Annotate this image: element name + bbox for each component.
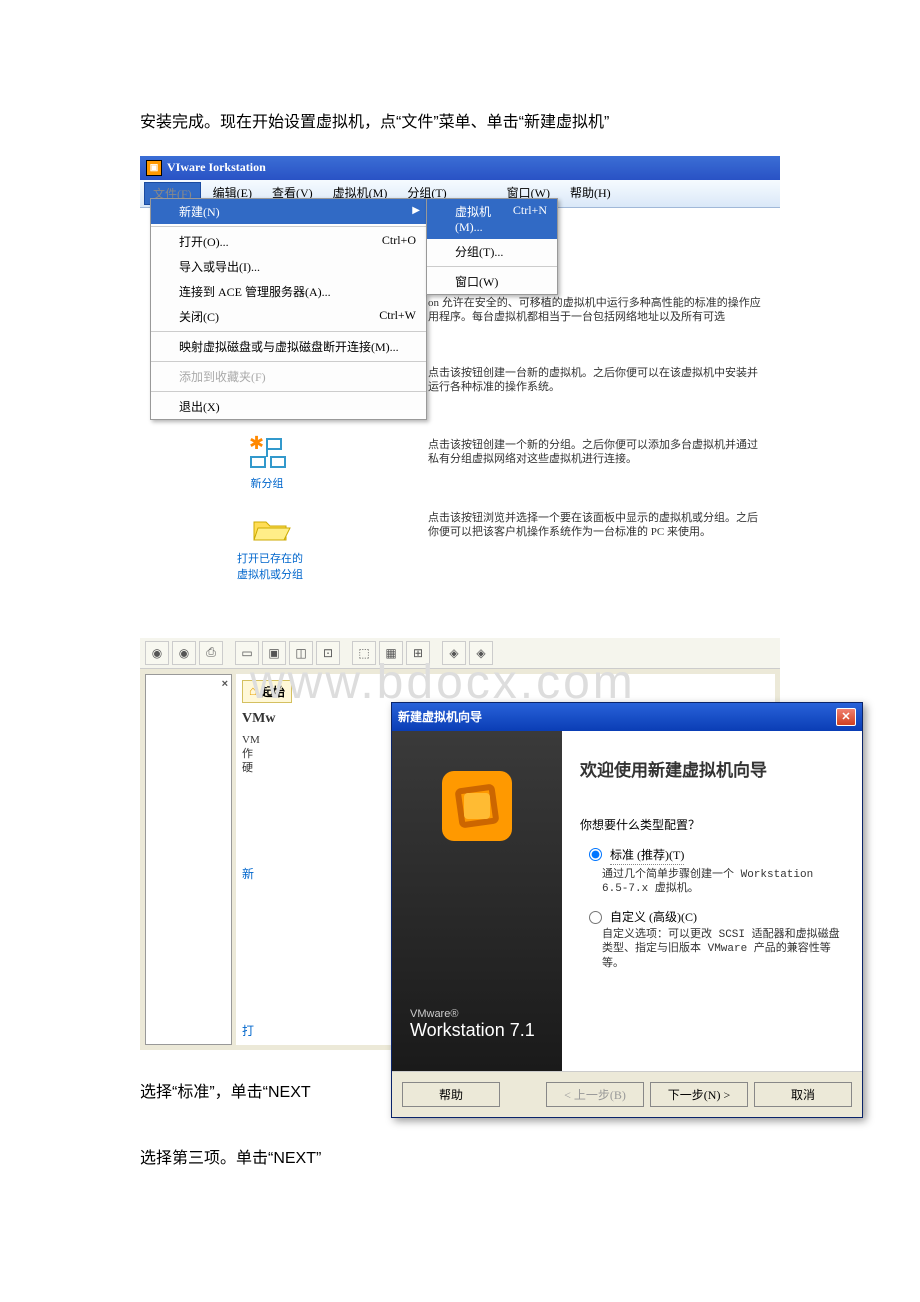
option-custom-label: 自定义 (高级)(C) <box>610 908 697 925</box>
wizard-cancel-button[interactable]: 取消 <box>754 1082 852 1107</box>
home-icon: ⌂ <box>249 683 257 699</box>
wizard-back-button: < 上一步(B) <box>546 1082 644 1107</box>
menu-help[interactable]: 帮助(H) <box>562 182 619 205</box>
wizard-title-text: 新建虚拟机向导 <box>398 708 482 725</box>
menu-item-close[interactable]: 关闭(C)Ctrl+W <box>151 304 426 329</box>
menu-item-import-export[interactable]: 导入或导出(I)... <box>151 254 426 279</box>
menu-item-exit[interactable]: 退出(X) <box>151 394 426 419</box>
submenu-item-vm[interactable]: 虚拟机(M)...Ctrl+N <box>427 199 557 239</box>
wizard-close-button[interactable]: ✕ <box>836 708 856 726</box>
toolbar: ◉ ◉ ⎙ ▭ ▣ ◫ ⊡ ⬚ ▦ ⊞ ◈ ◈ <box>140 638 780 669</box>
screenshot-wizard: ◉ ◉ ⎙ ▭ ▣ ◫ ⊡ ⬚ ▦ ⊞ ◈ ◈ × ⌂起始 VMw VM 作 硬 <box>140 638 780 1051</box>
toolbar-btn-4[interactable]: ▭ <box>235 641 259 665</box>
new-vm-description: 点击该按钮创建一台新的虚拟机。之后你便可以在该虚拟机中安装并运行各种标准的操作系… <box>428 366 763 395</box>
sidebar-close-icon[interactable]: × <box>222 678 228 690</box>
open-folder-icon <box>248 508 292 548</box>
svg-text:✱: ✱ <box>249 433 264 453</box>
menu-item-new[interactable]: 新建(N)▶ <box>151 199 426 224</box>
submenu-item-team[interactable]: 分组(T)... <box>427 239 557 264</box>
toolbar-btn-3[interactable]: ⎙ <box>199 641 223 665</box>
wizard-option-typical[interactable]: 标准 (推荐)(T) 通过几个简单步骤创建一个 Workstation 6.5-… <box>580 845 844 897</box>
option-typical-desc: 通过几个简单步骤创建一个 Workstation 6.5-7.x 虚拟机。 <box>602 868 844 897</box>
toolbar-btn-2[interactable]: ◉ <box>172 641 196 665</box>
window-title: VIware Iorkstation <box>167 160 266 175</box>
new-submenu: 虚拟机(M)...Ctrl+N 分组(T)... 窗口(W) <box>426 198 558 295</box>
new-team-description: 点击该按钮创建一个新的分组。之后你便可以添加多台虚拟机并通过私有分组虚拟网络对这… <box>428 438 763 467</box>
toolbar-btn-9[interactable]: ▦ <box>379 641 403 665</box>
option-typical-label: 标准 (推荐)(T) <box>610 845 684 865</box>
wizard-titlebar: 新建虚拟机向导 ✕ <box>392 703 862 731</box>
menu-item-map-disk[interactable]: 映射虚拟磁盘或与虚拟磁盘断开连接(M)... <box>151 334 426 359</box>
wizard-help-button[interactable]: 帮助 <box>402 1082 500 1107</box>
menu-item-add-favorite: 添加到收藏夹(F) <box>151 364 426 389</box>
open-existing-description: 点击该按钮浏览并选择一个要在该面板中显示的虚拟机或分组。之后你便可以把该客户机操… <box>428 511 763 540</box>
new-vm-wizard-dialog: 新建虚拟机向导 ✕ VMware® Workstation 7.1 欢迎 <box>391 702 863 1118</box>
top-description: on 允许在安全的、可移植的虚拟机中运行多种高性能的标准的操作应用程序。每台虚拟… <box>428 296 763 325</box>
new-team-icon: ✱ <box>245 433 289 473</box>
launcher-open-existing[interactable]: 打开已存在的 虚拟机或分组 <box>235 508 305 582</box>
submenu-arrow-icon: ▶ <box>412 205 420 216</box>
home-tab[interactable]: ⌂起始 <box>242 680 292 703</box>
menu-item-connect-ace[interactable]: 连接到 ACE 管理服务器(A)... <box>151 279 426 304</box>
launcher-open-existing-label: 打开已存在的 虚拟机或分组 <box>235 550 305 582</box>
instruction-text-1: 安装完成。现在开始设置虚拟机，点“文件”菜单、单击“新建虚拟机” <box>140 110 780 136</box>
wizard-next-button[interactable]: 下一步(N) > <box>650 1082 748 1107</box>
window-titlebar: ▣ VIware Iorkstation <box>140 156 780 180</box>
wizard-question: 你想要什么类型配置？ <box>580 816 844 833</box>
screenshot-vmware-menu: ▣ VIware Iorkstation 文件(F) 编辑(E) 查看(V) 虚… <box>140 156 780 628</box>
toolbar-btn-5[interactable]: ▣ <box>262 641 286 665</box>
wizard-option-custom[interactable]: 自定义 (高级)(C) 自定义选项：可以更改 SCSI 适配器和虚拟磁盘类型、指… <box>580 908 844 971</box>
submenu-item-window[interactable]: 窗口(W) <box>427 269 557 294</box>
app-icon: ▣ <box>146 160 162 176</box>
toolbar-btn-6[interactable]: ◫ <box>289 641 313 665</box>
option-custom-desc: 自定义选项：可以更改 SCSI 适配器和虚拟磁盘类型、指定与旧版本 VMware… <box>602 928 844 971</box>
wizard-brand: VMware® Workstation 7.1 <box>392 1008 562 1041</box>
launcher-new-team[interactable]: ✱ 新分组 <box>245 433 289 491</box>
toolbar-btn-10[interactable]: ⊞ <box>406 641 430 665</box>
toolbar-btn-1[interactable]: ◉ <box>145 641 169 665</box>
toolbar-btn-8[interactable]: ⬚ <box>352 641 376 665</box>
radio-typical[interactable] <box>589 848 602 861</box>
vmware-logo-icon <box>442 771 512 841</box>
toolbar-btn-11[interactable]: ◈ <box>442 641 466 665</box>
radio-custom[interactable] <box>589 911 602 924</box>
toolbar-btn-12[interactable]: ◈ <box>469 641 493 665</box>
toolbar-btn-7[interactable]: ⊡ <box>316 641 340 665</box>
wizard-footer: 帮助 < 上一步(B) 下一步(N) > 取消 <box>392 1071 862 1117</box>
launcher-new-team-label: 新分组 <box>245 475 289 491</box>
main-panel: ⌂起始 VMw VM 作 硬 新 打 新建虚拟机向导 ✕ <box>236 674 775 1046</box>
tab-area: × ⌂起始 VMw VM 作 硬 新 打 新建虚拟机向导 ✕ <box>140 669 780 1051</box>
sidebar-panel: × <box>145 674 232 1046</box>
wizard-sidebar: VMware® Workstation 7.1 <box>392 731 562 1071</box>
wizard-content: 欢迎使用新建虚拟机向导 你想要什么类型配置？ 标准 (推荐)(T) 通过几个简单… <box>562 731 862 1071</box>
instruction-text-3: 选择第三项。单击“NEXT” <box>140 1146 780 1172</box>
wizard-heading: 欢迎使用新建虚拟机向导 <box>580 756 844 781</box>
menu-item-open[interactable]: 打开(O)...Ctrl+O <box>151 229 426 254</box>
file-menu-dropdown: 新建(N)▶ 打开(O)...Ctrl+O 导入或导出(I)... 连接到 AC… <box>150 198 427 420</box>
